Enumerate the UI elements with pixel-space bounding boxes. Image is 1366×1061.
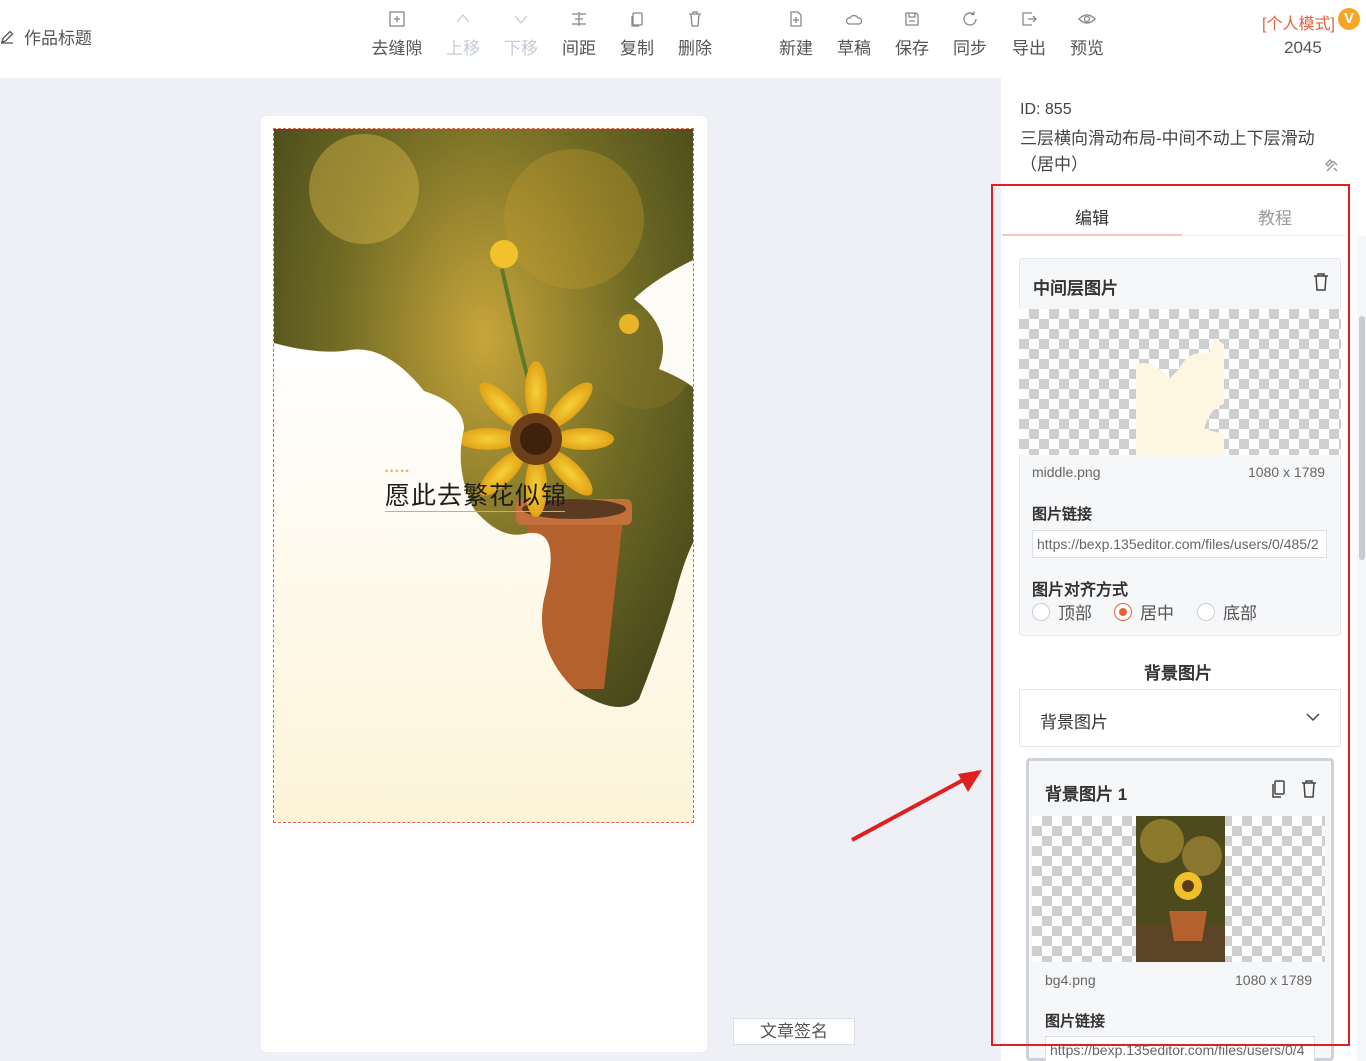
copy-background-button[interactable] xyxy=(1269,779,1287,799)
align-top-label: 顶部 xyxy=(1058,604,1092,623)
eye-icon xyxy=(1078,14,1096,24)
new-label: 新建 xyxy=(779,39,813,58)
align-top-radio[interactable]: 顶部 xyxy=(1032,599,1092,624)
sync-icon xyxy=(963,11,977,26)
spacing-icon xyxy=(572,12,586,26)
middle-image-dimensions: 1080 x 1789 xyxy=(1248,464,1326,480)
annotation-arrow-icon xyxy=(851,770,982,842)
headline-decoration-dots: ••••• xyxy=(385,466,411,476)
save-label: 保存 xyxy=(895,39,929,58)
pen-icon xyxy=(1,30,14,44)
export-label: 导出 xyxy=(1012,39,1046,58)
sync-label: 同步 xyxy=(953,39,987,58)
export-icon xyxy=(1022,12,1037,26)
panel-scrollbar-thumb[interactable] xyxy=(1359,316,1365,560)
move-down-button[interactable]: 下移 xyxy=(495,10,547,59)
chevron-down-icon xyxy=(514,15,528,24)
spacing-button[interactable]: 间距 xyxy=(553,10,605,59)
background-image-dimensions: 1080 x 1789 xyxy=(1235,972,1313,988)
background-select[interactable]: 背景图片 xyxy=(1019,689,1341,747)
align-bottom-radio[interactable]: 底部 xyxy=(1197,599,1257,624)
radio-circle xyxy=(1032,602,1050,621)
middle-image-filename: middle.png xyxy=(1032,464,1101,480)
delete-label: 删除 xyxy=(678,39,712,58)
copy-icon xyxy=(1272,780,1285,798)
spacing-label: 间距 xyxy=(562,39,596,58)
top-toolbar: 作品标题 去缝隙 上移 下移 间距 复制 删除 新建 草稿 保存 同步 导出 预… xyxy=(0,0,1366,78)
move-up-label: 上移 xyxy=(446,39,480,58)
chevron-down-icon xyxy=(1306,713,1320,722)
move-down-label: 下移 xyxy=(504,39,538,58)
preview-label: 预览 xyxy=(1070,39,1104,58)
radio-circle xyxy=(1114,602,1132,621)
vip-badge-icon: V xyxy=(1338,8,1360,30)
template-id: ID: 855 xyxy=(1020,101,1072,118)
middle-image-link-input[interactable]: https://bexp.135editor.com/files/users/0… xyxy=(1032,530,1327,558)
middle-image-thumb xyxy=(1136,339,1224,455)
trash-icon xyxy=(689,11,701,27)
align-center-label: 居中 xyxy=(1140,604,1174,623)
background-select-label: 背景图片 xyxy=(1040,713,1108,732)
background-item-title: 背景图片 1 xyxy=(1045,785,1128,804)
background-image-thumb xyxy=(1136,816,1225,962)
background-image-preview[interactable] xyxy=(1032,816,1325,962)
save-icon xyxy=(905,12,919,26)
radio-circle xyxy=(1197,602,1215,621)
trash-icon xyxy=(1314,273,1328,291)
draft-label: 草稿 xyxy=(837,39,871,58)
trash-icon xyxy=(1302,780,1316,798)
background-image-filename: bg4.png xyxy=(1045,972,1096,988)
personal-mode-link[interactable]: [个人模式] xyxy=(1262,10,1335,34)
new-button[interactable]: 新建 xyxy=(770,10,822,59)
save-button[interactable]: 保存 xyxy=(886,10,938,59)
image-align-label: 图片对齐方式 xyxy=(1032,582,1129,599)
copy-icon xyxy=(631,12,643,27)
align-bottom-label: 底部 xyxy=(1223,604,1257,623)
background-image-link-label: 图片链接 xyxy=(1045,1013,1106,1030)
delete-button[interactable]: 删除 xyxy=(669,10,721,59)
tab-tutorial[interactable]: 教程 xyxy=(1258,204,1292,229)
tab-edit[interactable]: 编辑 xyxy=(1075,204,1109,229)
tools-icon[interactable] xyxy=(1324,158,1340,174)
background-image-link-input[interactable]: https://bexp.135editor.com/files/users/0… xyxy=(1045,1036,1315,1061)
copy-label: 复制 xyxy=(620,39,654,58)
document-title-text: 作品标题 xyxy=(24,29,92,48)
template-name: 三层横向滑动布局-中间不动上下层滑动（居中） xyxy=(1020,129,1315,174)
align-center-radio[interactable]: 居中 xyxy=(1114,599,1174,624)
remove-gap-button[interactable]: 去缝隙 xyxy=(371,10,423,59)
middle-layer-title: 中间层图片 xyxy=(1033,279,1118,298)
delete-middle-image-button[interactable] xyxy=(1312,272,1330,292)
panel-tabs: 编辑 教程 xyxy=(1002,198,1346,236)
credit-count: 2045 xyxy=(1284,38,1322,57)
middle-image-preview[interactable] xyxy=(1019,309,1341,455)
document-title[interactable]: 作品标题 xyxy=(0,24,92,49)
middle-image-link-label: 图片链接 xyxy=(1032,506,1093,523)
remove-gap-label: 去缝隙 xyxy=(371,39,423,58)
new-file-icon xyxy=(790,11,802,27)
gap-remove-icon xyxy=(389,11,405,27)
article-signature-button[interactable]: 文章签名 xyxy=(733,1018,855,1045)
sync-button[interactable]: 同步 xyxy=(944,10,996,59)
draft-button[interactable]: 草稿 xyxy=(828,10,880,59)
chevron-up-icon xyxy=(456,14,470,23)
active-tab-underline xyxy=(1002,234,1182,236)
copy-button[interactable]: 复制 xyxy=(611,10,663,59)
background-section-title: 背景图片 xyxy=(1144,664,1212,683)
delete-background-button[interactable] xyxy=(1300,779,1318,799)
move-up-button[interactable]: 上移 xyxy=(437,10,489,59)
preview-button[interactable]: 预览 xyxy=(1061,10,1113,59)
headline-text[interactable]: 愿此去繁花似锦 xyxy=(385,476,567,512)
headline-underline xyxy=(385,511,565,512)
cloud-icon xyxy=(845,14,863,25)
export-button[interactable]: 导出 xyxy=(1003,10,1055,59)
